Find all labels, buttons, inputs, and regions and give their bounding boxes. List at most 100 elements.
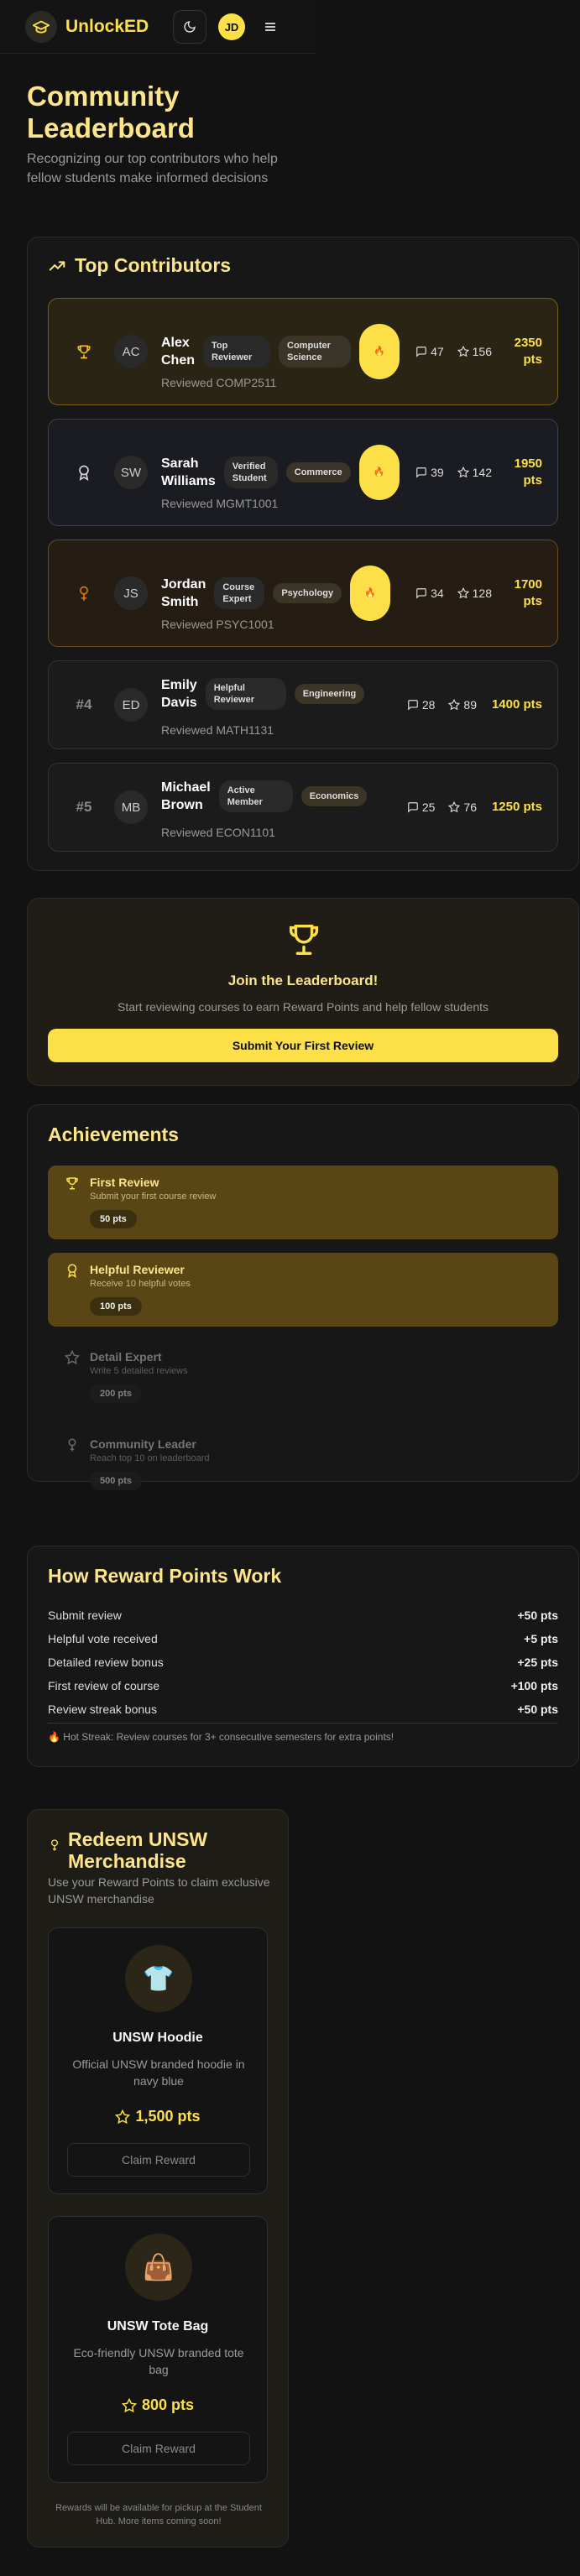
brand[interactable]: UnlockED <box>25 10 149 43</box>
product-name: UNSW Tote Bag <box>107 2319 209 2334</box>
fire-icon: 🔥 <box>364 587 376 598</box>
achievement-points: 50 pts <box>90 1210 137 1228</box>
moon-icon <box>184 21 196 33</box>
streak-badge: 🔥 <box>358 445 400 500</box>
star-count: 76 <box>448 800 477 814</box>
points-total: 1700 pts <box>514 577 542 608</box>
contributor-row[interactable]: #5 MB Michael Brown Active Member Economi… <box>48 763 558 852</box>
tote-bag-icon: 👜 <box>125 2234 192 2301</box>
faculty-badge: Psychology <box>273 583 342 603</box>
contributor-name[interactable]: Emily Davis <box>161 676 197 712</box>
rule-row: Review streak bonus +50 pts <box>48 1703 558 1716</box>
top-navigation-bar: UnlockED JD <box>0 0 316 54</box>
product-price: 800 pts <box>49 2396 267 2414</box>
star-count: 156 <box>457 345 492 358</box>
reviewed-course: Reviewed MGMT1001 <box>161 497 279 510</box>
product-card: 👕 UNSW Hoodie Official UNSW branded hood… <box>48 1927 268 2194</box>
comment-count: 47 <box>415 345 444 358</box>
achievement-item: Helpful Reviewer Receive 10 helpful vote… <box>48 1253 558 1327</box>
page-subtitle: Recognizing our top contributors who hel… <box>27 152 278 185</box>
contributor-row[interactable]: SW Sarah Williams Verified Student Commer… <box>48 419 558 526</box>
contributor-row[interactable]: JS Jordan Smith Course Expert Psychology … <box>48 540 558 647</box>
achievement-item: Detail Expert Write 5 detailed reviews 2… <box>48 1340 558 1414</box>
role-badge: Top Reviewer <box>203 336 270 368</box>
trophy-icon <box>77 345 91 359</box>
message-icon <box>416 347 426 357</box>
product-name: UNSW Hoodie <box>112 2031 203 2045</box>
achievement-title: First Review <box>90 1176 159 1189</box>
star-icon <box>115 2109 131 2124</box>
contributor-name[interactable]: Alex Chen <box>161 334 195 369</box>
comment-count: 28 <box>407 698 435 712</box>
redeem-subtitle: Use your Reward Points to claim exclusiv… <box>48 1875 270 1906</box>
reviewed-course: Reviewed COMP2511 <box>161 376 277 389</box>
star-icon <box>448 801 461 813</box>
reviewed-course: Reviewed PSYC1001 <box>161 618 274 631</box>
claim-reward-button[interactable]: Claim Reward <box>67 2143 250 2177</box>
achievement-desc: Receive 10 helpful votes <box>90 1279 191 1289</box>
star-icon <box>121 2397 137 2412</box>
join-subtitle: Start reviewing courses to earn Reward P… <box>117 1000 489 1014</box>
top-contributors-panel: Top Contributors AC Alex Chen Top Reviewe… <box>27 237 579 871</box>
trending-up-icon <box>49 260 65 271</box>
trophy-icon <box>66 1177 78 1190</box>
trophy-icon <box>285 919 323 963</box>
contributor-name[interactable]: Jordan Smith <box>161 576 206 611</box>
reward-rules-panel: How Reward Points Work Submit review +50 … <box>27 1546 579 1767</box>
avatar: MB <box>114 790 148 824</box>
achievement-desc: Write 5 detailed reviews <box>90 1366 188 1376</box>
star-icon <box>448 699 461 711</box>
achievement-points: 200 pts <box>90 1384 142 1403</box>
role-badge: Verified Student <box>223 456 278 488</box>
submit-first-review-button[interactable]: Submit Your First Review <box>48 1029 558 1062</box>
star-count: 89 <box>448 698 477 712</box>
achievement-title: Helpful Reviewer <box>90 1263 185 1276</box>
theme-toggle-button[interactable] <box>173 10 206 44</box>
reviewed-course: Reviewed MATH1131 <box>161 723 274 737</box>
reward-rules-title: How Reward Points Work <box>48 1565 282 1587</box>
fire-icon: 🔥 <box>374 346 385 357</box>
contributor-name[interactable]: Michael Brown <box>161 779 211 814</box>
streak-badge: 🔥 <box>359 324 400 379</box>
achievement-item: First Review Submit your first course re… <box>48 1165 558 1239</box>
page-title: Community Leaderboard <box>27 81 195 143</box>
comment-count: 25 <box>407 800 435 814</box>
product-desc: Eco-friendly UNSW branded tote bag <box>73 2346 244 2376</box>
avatar: AC <box>114 335 148 368</box>
rank-indicator <box>64 464 104 481</box>
reviewed-course: Reviewed ECON1101 <box>161 826 275 839</box>
star-icon <box>457 587 469 599</box>
message-icon <box>408 700 418 711</box>
claim-reward-button[interactable]: Claim Reward <box>67 2432 250 2465</box>
rank-number: #4 <box>76 696 92 712</box>
medal-icon <box>80 586 88 602</box>
hamburger-menu-icon <box>264 23 276 31</box>
message-icon <box>408 802 418 813</box>
achievement-points: 500 pts <box>90 1472 142 1490</box>
message-icon <box>416 588 426 599</box>
product-desc: Official UNSW branded hoodie in navy blu… <box>72 2057 245 2088</box>
contributor-row[interactable]: AC Alex Chen Top Reviewer Computer Scienc… <box>48 298 558 405</box>
achievements-panel: Achievements First Review Submit your fi… <box>27 1104 579 1490</box>
achievement-desc: Submit your first course review <box>90 1192 217 1202</box>
award-icon <box>79 465 89 481</box>
graduation-cap-icon <box>25 10 57 43</box>
product-price: 1,500 pts <box>49 2108 267 2125</box>
medal-icon <box>51 1839 58 1851</box>
streak-badge: 🔥 <box>350 566 391 621</box>
rank-indicator <box>64 343 104 360</box>
faculty-badge: Economics <box>300 786 368 806</box>
rank-indicator <box>64 585 104 602</box>
star-count: 142 <box>457 466 492 479</box>
medal-icon <box>68 1438 76 1452</box>
redeem-footer: Rewards will be available for pickup at … <box>55 2503 262 2526</box>
redeem-panel: Redeem UNSW Merchandise Use your Reward … <box>27 1809 289 2547</box>
points-total: 1250 pts <box>491 800 542 814</box>
role-badge: Active Member <box>218 780 293 812</box>
avatar: ED <box>114 688 148 722</box>
contributor-row[interactable]: #4 ED Emily Davis Helpful Reviewer Engine… <box>48 660 558 749</box>
award-icon <box>67 1264 77 1278</box>
contributor-name[interactable]: Sarah Williams <box>161 455 216 490</box>
menu-button[interactable] <box>257 13 284 40</box>
user-avatar[interactable]: JD <box>218 13 245 40</box>
